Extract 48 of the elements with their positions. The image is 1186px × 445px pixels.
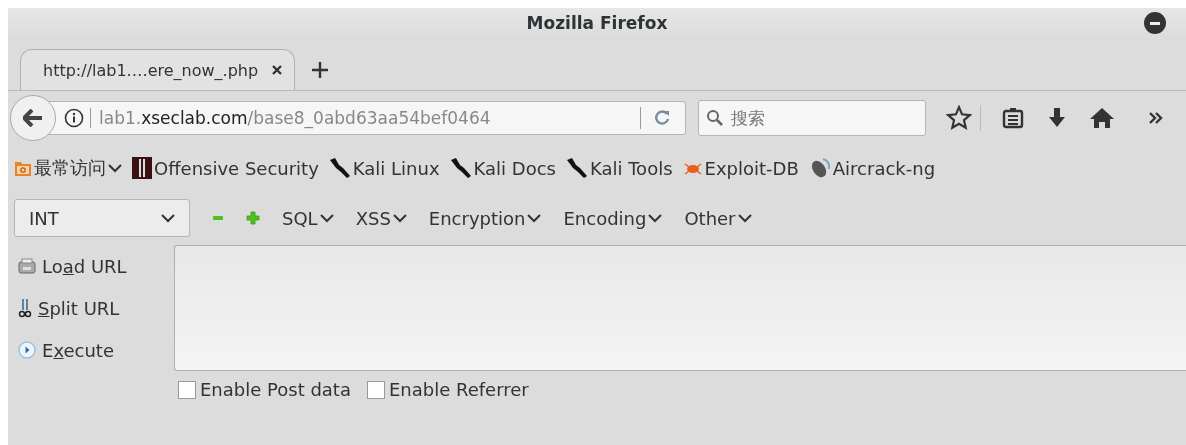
star-icon[interactable]	[946, 105, 972, 131]
chevron-down-icon	[527, 213, 542, 223]
menu-button[interactable]: SQL	[282, 207, 334, 229]
reload-icon[interactable]	[653, 109, 671, 127]
search-field[interactable]: 搜索	[698, 100, 926, 136]
info-icon[interactable]	[64, 108, 84, 128]
chevron-down-icon	[108, 163, 122, 173]
play-icon	[18, 341, 36, 359]
bookmark-item[interactable]: 最常访问	[14, 156, 122, 180]
minimize-button[interactable]	[1144, 12, 1166, 34]
scissors-icon	[18, 298, 32, 318]
menu-button[interactable]: Encoding	[563, 207, 663, 229]
bookmark-item[interactable]: Kali Linux	[328, 157, 440, 179]
bookmark-item[interactable]: Offensive Security	[132, 157, 319, 179]
action-button[interactable]: Split URL	[18, 289, 174, 327]
menu-button[interactable]: Encryption	[428, 207, 542, 229]
overflow-icon[interactable]	[1149, 110, 1163, 126]
bookmark-item[interactable]: Aircrack-ng	[808, 157, 936, 179]
checkbox-option[interactable]: Enable Referrer	[366, 379, 529, 400]
menu-button[interactable]: Other	[684, 207, 752, 229]
bug-icon	[682, 160, 703, 176]
bookmark-item[interactable]: Exploit-DB	[682, 157, 799, 179]
chevron-down-icon	[392, 213, 407, 223]
logo-icon	[132, 157, 152, 179]
chevron-down-icon	[161, 213, 175, 223]
browser-tab[interactable]: http://lab1.…ere_now_.php	[20, 49, 296, 90]
back-button[interactable]	[10, 95, 56, 141]
checkbox[interactable]	[178, 380, 196, 399]
window-title: Mozilla Firefox	[526, 13, 668, 33]
action-button[interactable]: Load URL	[18, 247, 174, 285]
chevron-down-icon	[319, 213, 334, 223]
chevron-down-icon	[648, 213, 663, 223]
printer-icon	[18, 258, 36, 274]
close-icon[interactable]	[272, 65, 283, 75]
url-text: lab1.xseclab.com/base8_0abd63aa54bef0464	[99, 108, 491, 128]
bookmark-item[interactable]: Kali Docs	[449, 157, 556, 179]
bookmark-item[interactable]: Kali Tools	[565, 157, 673, 179]
new-tab-icon[interactable]	[311, 61, 330, 79]
type-dropdown[interactable]: INT	[14, 199, 190, 237]
chevron-down-icon	[737, 213, 752, 223]
back-arrow-icon	[23, 109, 43, 127]
folder-icon	[14, 159, 32, 177]
checkbox[interactable]	[366, 380, 385, 399]
menu-button[interactable]: XSS	[355, 207, 407, 229]
checkbox-option[interactable]: Enable Post data	[178, 379, 351, 400]
reading-list-icon[interactable]	[1001, 106, 1025, 130]
home-icon[interactable]	[1089, 106, 1115, 130]
action-button[interactable]: Execute	[18, 331, 174, 369]
